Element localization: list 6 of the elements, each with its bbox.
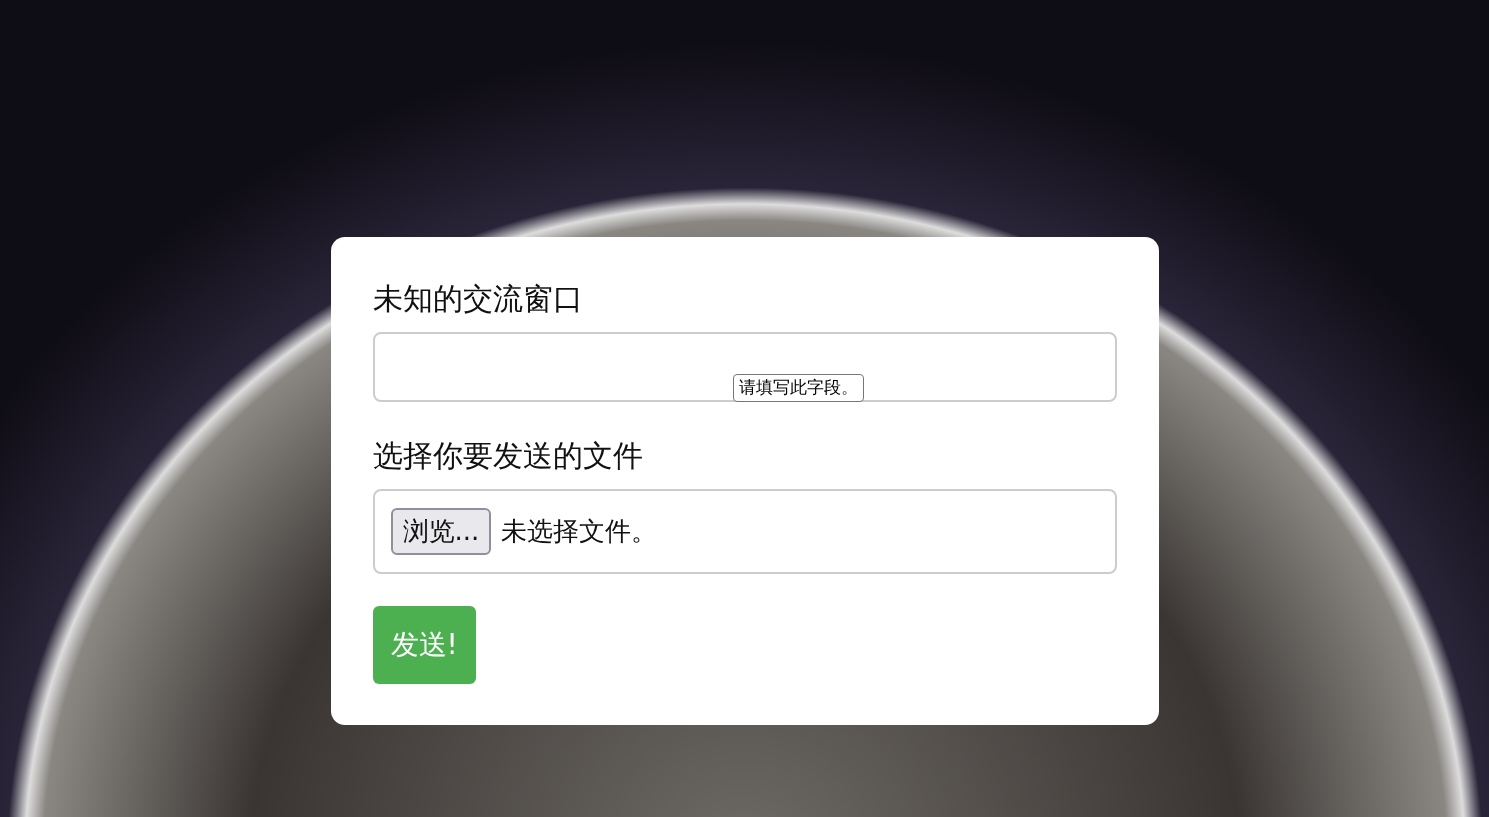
file-status: 未选择文件。: [501, 515, 658, 548]
validation-tooltip: 请填写此字段。: [732, 374, 864, 402]
field-label: 未知的交流窗口: [372, 280, 584, 318]
field-label: 选择你要发送的文件: [372, 437, 644, 475]
input-field[interactable]: 请填写此字段。: [372, 332, 1117, 402]
browse-button[interactable]: 浏览...: [390, 508, 492, 555]
